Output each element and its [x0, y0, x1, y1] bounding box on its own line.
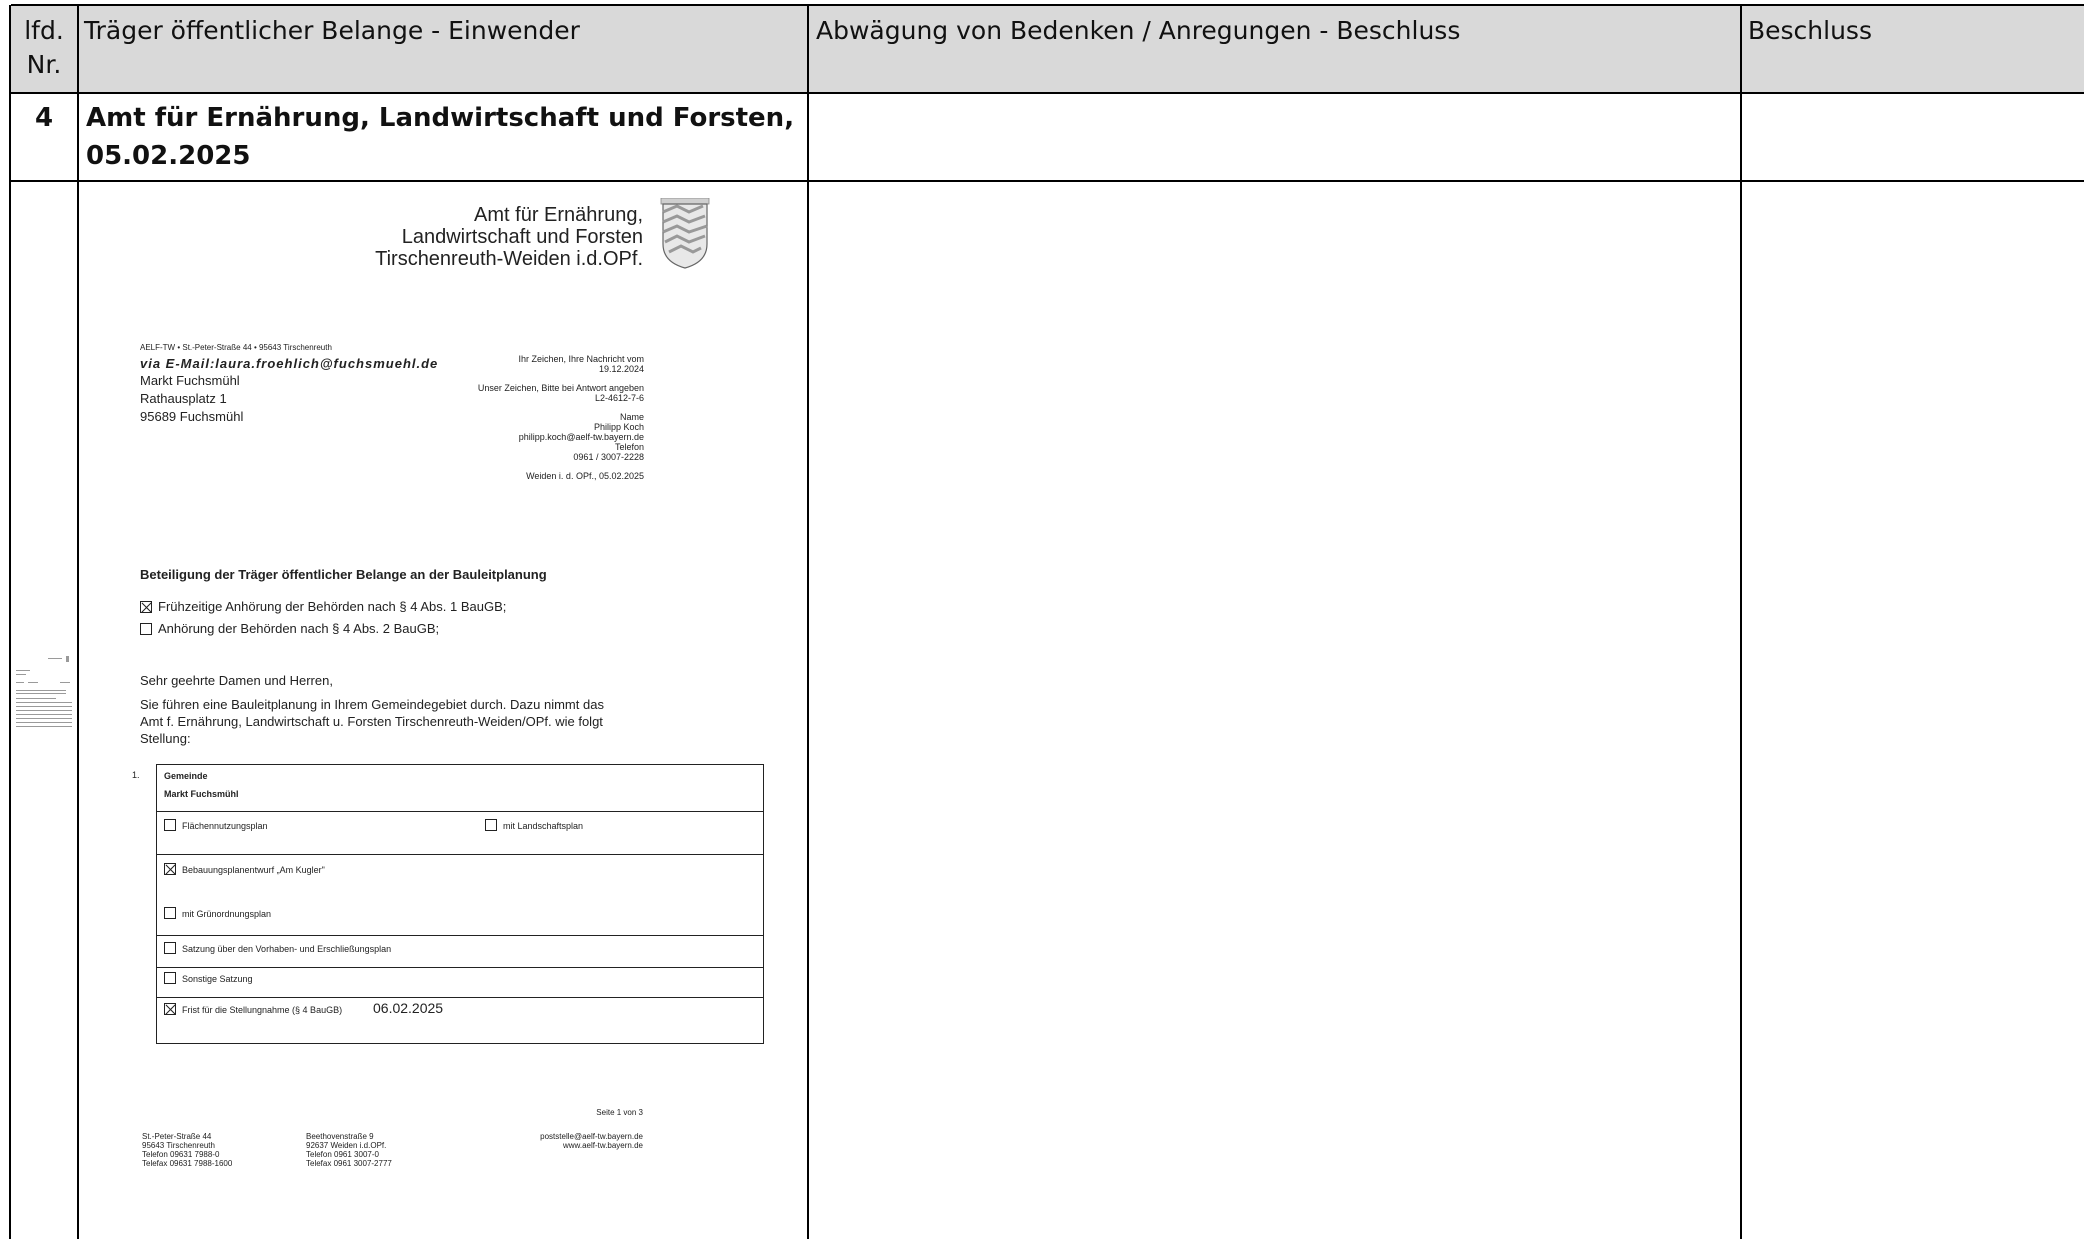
- column-divider: [1740, 5, 1742, 1239]
- entry-number: 4: [34, 103, 54, 133]
- checkbox-checked-icon: [140, 601, 152, 613]
- letter-authority: Amt für Ernährung, Landwirtschaft und Fo…: [375, 204, 643, 270]
- recipient-address: Markt Fuchsmühl Rathausplatz 1 95689 Fuc…: [140, 373, 244, 424]
- letter-subject: Beteiligung der Träger öffentlicher Bela…: [140, 567, 547, 582]
- option-anhoerung: Anhörung der Behörden nach § 4 Abs. 2 Ba…: [140, 620, 439, 637]
- via-email: via E-Mail:laura.froehlich@fuchsmuehl.de: [140, 356, 439, 371]
- bavaria-crest-icon: [660, 198, 710, 269]
- form-number: 1.: [132, 770, 140, 780]
- embedded-letter: Amt für Ernährung, Landwirtschaft und Fo…: [78, 182, 808, 1239]
- page-thumbnail[interactable]: [14, 656, 76, 732]
- footer-contact: poststelle@aelf-tw.bayern.de www.aelf-tw…: [540, 1132, 643, 1150]
- salutation: Sehr geehrte Damen und Herren,: [140, 673, 333, 688]
- page-number: Seite 1 von 3: [596, 1108, 643, 1117]
- header-abwaegung: Abwägung von Bedenken / Anregungen - Bes…: [816, 16, 1461, 45]
- entry-title: Amt für Ernährung, Landwirtschaft und Fo…: [86, 103, 795, 133]
- header-lfd-nr: lfd. Nr.: [24, 16, 64, 79]
- row-divider: [11, 4, 2084, 6]
- entry-date: 05.02.2025: [86, 141, 251, 171]
- checkbox-empty-icon: [140, 623, 152, 635]
- header-traeger: Träger öffentlicher Belange - Einwender: [84, 16, 580, 45]
- letter-body: Sie führen eine Bauleitplanung in Ihrem …: [140, 697, 604, 746]
- option-fruehzeitig: Frühzeitige Anhörung der Behörden nach §…: [140, 598, 506, 615]
- header-beschluss: Beschluss: [1748, 16, 1872, 45]
- reference-block: Ihr Zeichen, Ihre Nachricht vom 19.12.20…: [477, 354, 644, 481]
- sender-line: AELF-TW • St.-Peter-Straße 44 • 95643 Ti…: [140, 343, 332, 352]
- planning-form: Gemeinde Markt Fuchsmühl Flächennutzungs…: [156, 764, 764, 1044]
- footer-address-1: St.-Peter-Straße 44 95643 Tirschenreuth …: [142, 1132, 233, 1168]
- table-border: [9, 5, 11, 1239]
- row-divider: [11, 92, 2084, 94]
- footer-address-2: Beethovenstraße 9 92637 Weiden i.d.OPf. …: [306, 1132, 392, 1168]
